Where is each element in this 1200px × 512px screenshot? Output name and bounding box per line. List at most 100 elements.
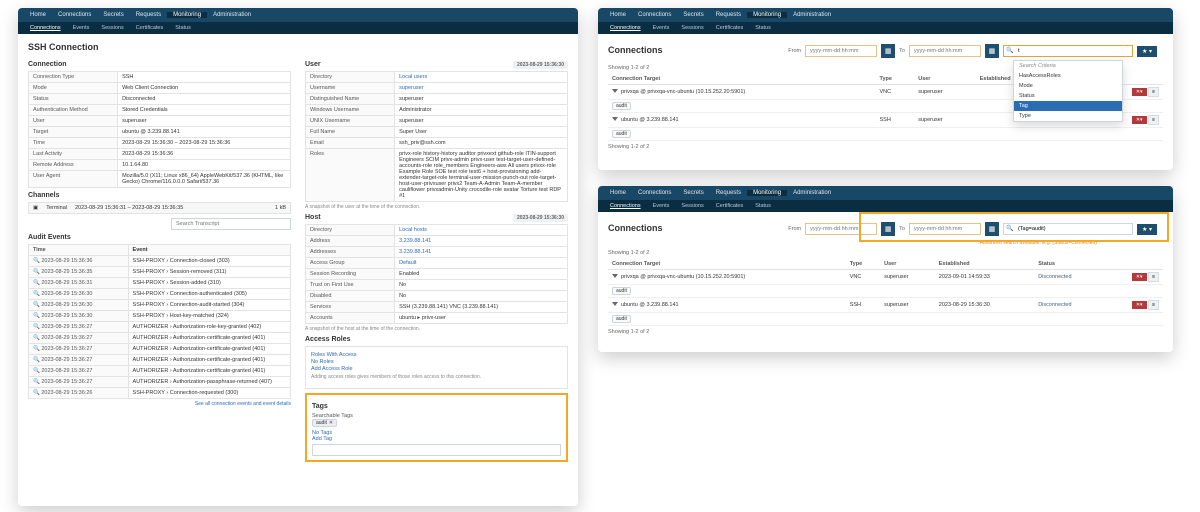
from-calendar-icon[interactable]: ▦ [881, 44, 895, 58]
value-link[interactable]: Local users [399, 74, 427, 80]
dropdown-item[interactable]: Type [1014, 111, 1122, 121]
audit-row[interactable]: 🔍 2023-08-29 15:36:30SSH-PROXY › Connect… [29, 300, 291, 311]
audit-row[interactable]: 🔍 2023-08-29 15:36:27AUTHORIZER › Author… [29, 366, 291, 377]
audit-row[interactable]: 🔍 2023-08-29 15:36:27AUTHORIZER › Author… [29, 344, 291, 355]
from-calendar-icon[interactable]: ▦ [881, 222, 895, 236]
value-link[interactable]: Local hosts [399, 227, 427, 233]
channel-row[interactable]: ▣ Terminal 2023-08-29 15:36:31 – 2023-08… [28, 202, 291, 214]
delete-button[interactable]: ✕▾ [1132, 116, 1147, 124]
to-calendar-icon[interactable]: ▦ [985, 44, 999, 58]
subnav-sessions[interactable]: Sessions [95, 25, 129, 31]
search-input[interactable] [1003, 223, 1133, 235]
row-menu-button[interactable]: ≡ [1148, 300, 1159, 310]
audit-row[interactable]: 🔍 2023-08-29 15:36:30SSH-PROXY › Connect… [29, 289, 291, 300]
row-menu-button[interactable]: ≡ [1148, 272, 1159, 282]
expand-icon[interactable] [612, 89, 618, 93]
cell-value: Disconnected [118, 94, 291, 105]
advanced-toggle-button[interactable]: ★ ▾ [1137, 46, 1157, 57]
user-table: DirectoryLocal usersUsernamesuperuserDis… [305, 71, 568, 202]
nav-monitoring[interactable]: Monitoring [747, 190, 787, 196]
audit-row[interactable]: 🔍 2023-08-29 15:36:27AUTHORIZER › Author… [29, 377, 291, 388]
table-row: Trust on First UseNo [306, 280, 568, 291]
table-row: Accountsubuntu ▸ privx-user [306, 313, 568, 324]
connection-row[interactable]: privxqa @ privxqa-vnc-ubuntu (10.15.252.… [608, 270, 1163, 285]
delete-button[interactable]: ✕▾ [1132, 88, 1147, 96]
nav-secrets[interactable]: Secrets [677, 12, 709, 18]
nav-home[interactable]: Home [604, 190, 632, 196]
audit-row[interactable]: 🔍 2023-08-29 15:36:27AUTHORIZER › Author… [29, 333, 291, 344]
subnav-sessions[interactable]: Sessions [675, 203, 709, 209]
subnav-events[interactable]: Events [67, 25, 96, 31]
nav-requests[interactable]: Requests [130, 12, 167, 18]
subnav-connections[interactable]: Connections [604, 25, 647, 31]
tag-remove-icon[interactable]: ✕ [329, 420, 333, 426]
audit-row[interactable]: 🔍 2023-08-29 15:36:36SSH-PROXY › Connect… [29, 256, 291, 267]
nav-connections[interactable]: Connections [632, 12, 677, 18]
nav-monitoring[interactable]: Monitoring [167, 12, 207, 18]
search-input[interactable] [1003, 45, 1133, 57]
subnav-events[interactable]: Events [647, 203, 676, 209]
expand-icon[interactable] [612, 302, 618, 306]
dropdown-item[interactable]: HasAccessRoles [1014, 71, 1122, 81]
subnav-certificates[interactable]: Certificates [710, 25, 750, 31]
nav-home[interactable]: Home [604, 12, 632, 18]
connection-row[interactable]: ubuntu @ 3.239.88.141SSHsuperuser2023-08… [608, 298, 1163, 313]
audit-row[interactable]: 🔍 2023-08-29 15:36:27AUTHORIZER › Author… [29, 322, 291, 333]
nav-secrets[interactable]: Secrets [97, 12, 129, 18]
dropdown-item[interactable]: Status [1014, 91, 1122, 101]
cell-key: Disabled [306, 291, 395, 302]
to-calendar-icon[interactable]: ▦ [985, 222, 999, 236]
value-link[interactable]: superuser [399, 85, 423, 91]
advanced-toggle-button[interactable]: ★ ▾ [1137, 224, 1157, 235]
nav-administration[interactable]: Administration [787, 190, 837, 196]
audit-row[interactable]: 🔍 2023-08-29 15:36:27AUTHORIZER › Author… [29, 355, 291, 366]
subnav-status[interactable]: Status [169, 25, 197, 31]
audit-row[interactable]: 🔍 2023-08-29 15:36:26SSH-PROXY › Connect… [29, 388, 291, 399]
nav-requests[interactable]: Requests [710, 12, 747, 18]
audit-more-link[interactable]: See all connection events and event deta… [28, 401, 291, 407]
link-roles-with-access[interactable]: Roles With Access [311, 352, 562, 358]
subnav-status[interactable]: Status [749, 203, 777, 209]
row-menu-button[interactable]: ≡ [1148, 115, 1159, 125]
subnav-sessions[interactable]: Sessions [675, 25, 709, 31]
nav-secrets[interactable]: Secrets [677, 190, 709, 196]
nav-administration[interactable]: Administration [787, 12, 837, 18]
link-no-roles[interactable]: No Roles [311, 359, 562, 365]
to-date-input[interactable] [909, 223, 981, 235]
row-menu-button[interactable]: ≡ [1148, 87, 1159, 97]
dropdown-item[interactable]: Mode [1014, 81, 1122, 91]
dropdown-item[interactable]: Tag [1014, 101, 1122, 111]
expand-icon[interactable] [612, 274, 618, 278]
nav-monitoring[interactable]: Monitoring [747, 12, 787, 18]
subnav-status[interactable]: Status [749, 25, 777, 31]
value-link[interactable]: 3.239.88.141 [399, 238, 431, 244]
delete-button[interactable]: ✕▾ [1132, 273, 1147, 281]
nav-home[interactable]: Home [24, 12, 52, 18]
value-link[interactable]: 3.239.88.141 [399, 249, 431, 255]
subnav-certificates[interactable]: Certificates [130, 25, 170, 31]
to-date-input[interactable] [909, 45, 981, 57]
nav-administration[interactable]: Administration [207, 12, 257, 18]
link-add-access-role[interactable]: Add Access Role [311, 366, 562, 372]
search-transcript-input[interactable] [171, 218, 291, 230]
from-label: From [788, 226, 801, 232]
nav-connections[interactable]: Connections [632, 190, 677, 196]
add-tag-link[interactable]: Add Tag [312, 436, 332, 442]
nav-connections[interactable]: Connections [52, 12, 97, 18]
subnav-certificates[interactable]: Certificates [710, 203, 750, 209]
audit-row[interactable]: 🔍 2023-08-29 15:36:35SSH-PROXY › Session… [29, 267, 291, 278]
value-link[interactable]: Default [399, 260, 416, 266]
page-title: Connections [608, 223, 782, 233]
from-date-input[interactable] [805, 45, 877, 57]
to-label: To [899, 226, 905, 232]
audit-row[interactable]: 🔍 2023-08-29 15:36:30SSH-PROXY › Host-ke… [29, 311, 291, 322]
delete-button[interactable]: ✕▾ [1132, 301, 1147, 309]
expand-icon[interactable] [612, 117, 618, 121]
add-tag-input[interactable] [312, 444, 561, 456]
subnav-events[interactable]: Events [647, 25, 676, 31]
subnav-connections[interactable]: Connections [604, 203, 647, 209]
subnav-connections[interactable]: Connections [24, 25, 67, 31]
from-date-input[interactable] [805, 223, 877, 235]
nav-requests[interactable]: Requests [710, 190, 747, 196]
audit-row[interactable]: 🔍 2023-08-29 15:36:31SSH-PROXY › Session… [29, 278, 291, 289]
